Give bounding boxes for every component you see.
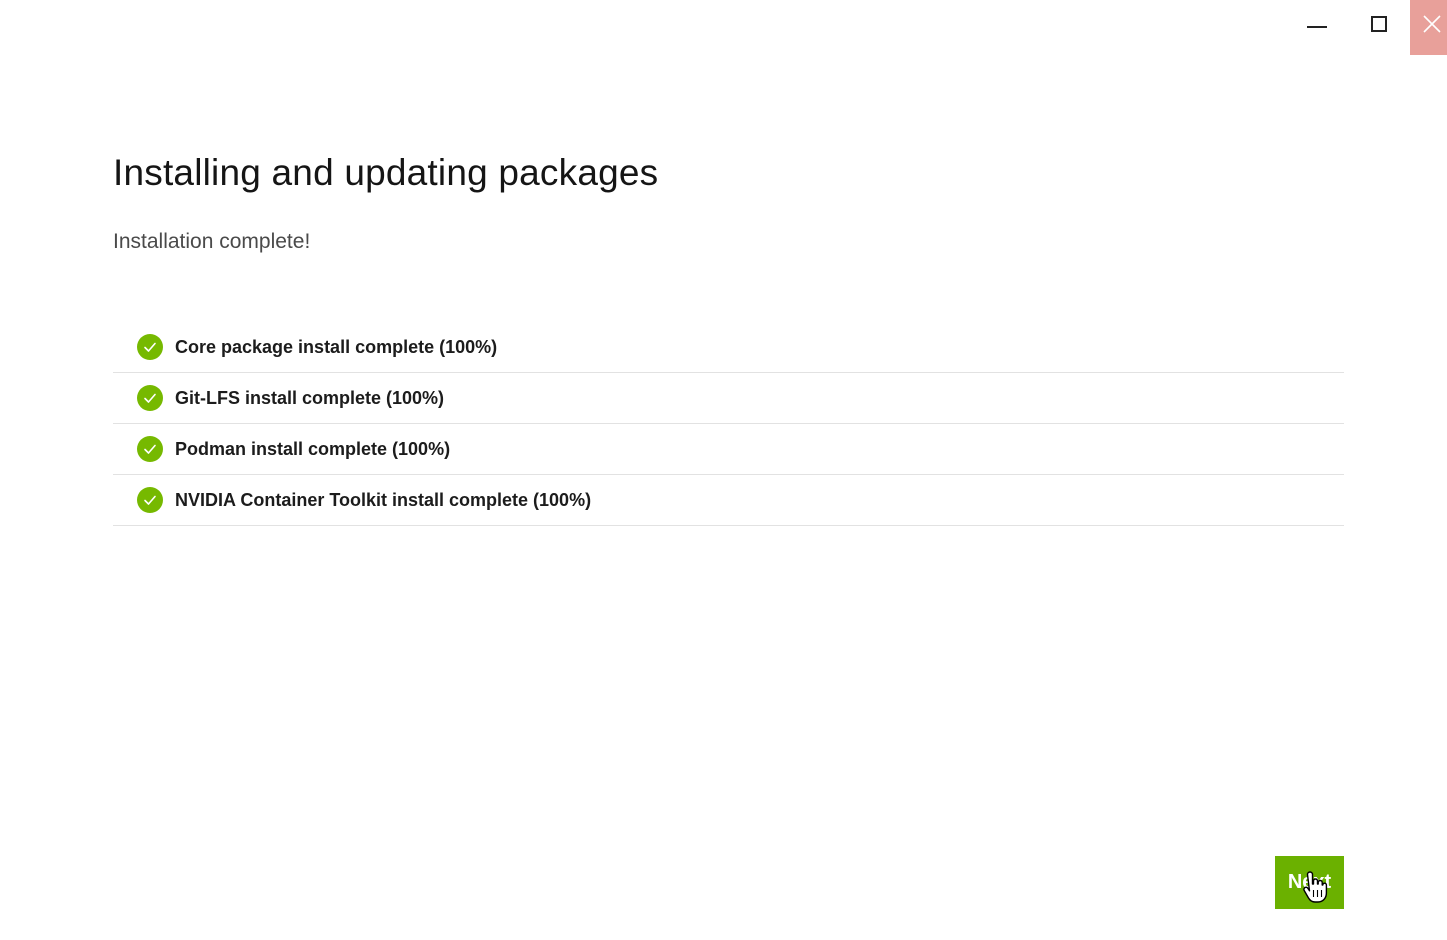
- task-item-nvidia-toolkit: NVIDIA Container Toolkit install complet…: [113, 475, 1344, 526]
- task-label: Podman install complete (100%): [175, 438, 451, 459]
- installer-window: Installing and updating packages Install…: [0, 0, 1447, 940]
- window-controls: [1286, 0, 1447, 55]
- task-list: Core package install complete (100%) Git…: [113, 322, 1344, 526]
- check-circle-icon: [137, 436, 163, 462]
- task-item-git-lfs: Git-LFS install complete (100%): [113, 373, 1344, 424]
- main-content: Installing and updating packages Install…: [113, 150, 1344, 526]
- check-circle-icon: [137, 385, 163, 411]
- status-message: Installation complete!: [113, 230, 311, 253]
- minimize-button[interactable]: [1286, 0, 1348, 55]
- task-label: Core package install complete (100%): [175, 336, 498, 357]
- task-item-core: Core package install complete (100%): [113, 322, 1344, 373]
- close-icon: [1415, 14, 1443, 35]
- next-button[interactable]: Next: [1275, 856, 1344, 909]
- maximize-icon: [1371, 15, 1387, 32]
- page-title: Installing and updating packages: [113, 152, 659, 193]
- check-circle-icon: [137, 334, 163, 360]
- minimize-icon: [1307, 25, 1327, 28]
- close-button[interactable]: [1410, 0, 1447, 55]
- maximize-button[interactable]: [1348, 0, 1410, 55]
- task-item-podman: Podman install complete (100%): [113, 424, 1344, 475]
- task-label: Git-LFS install complete (100%): [175, 387, 445, 408]
- check-circle-icon: [137, 487, 163, 513]
- task-label: NVIDIA Container Toolkit install complet…: [175, 489, 592, 510]
